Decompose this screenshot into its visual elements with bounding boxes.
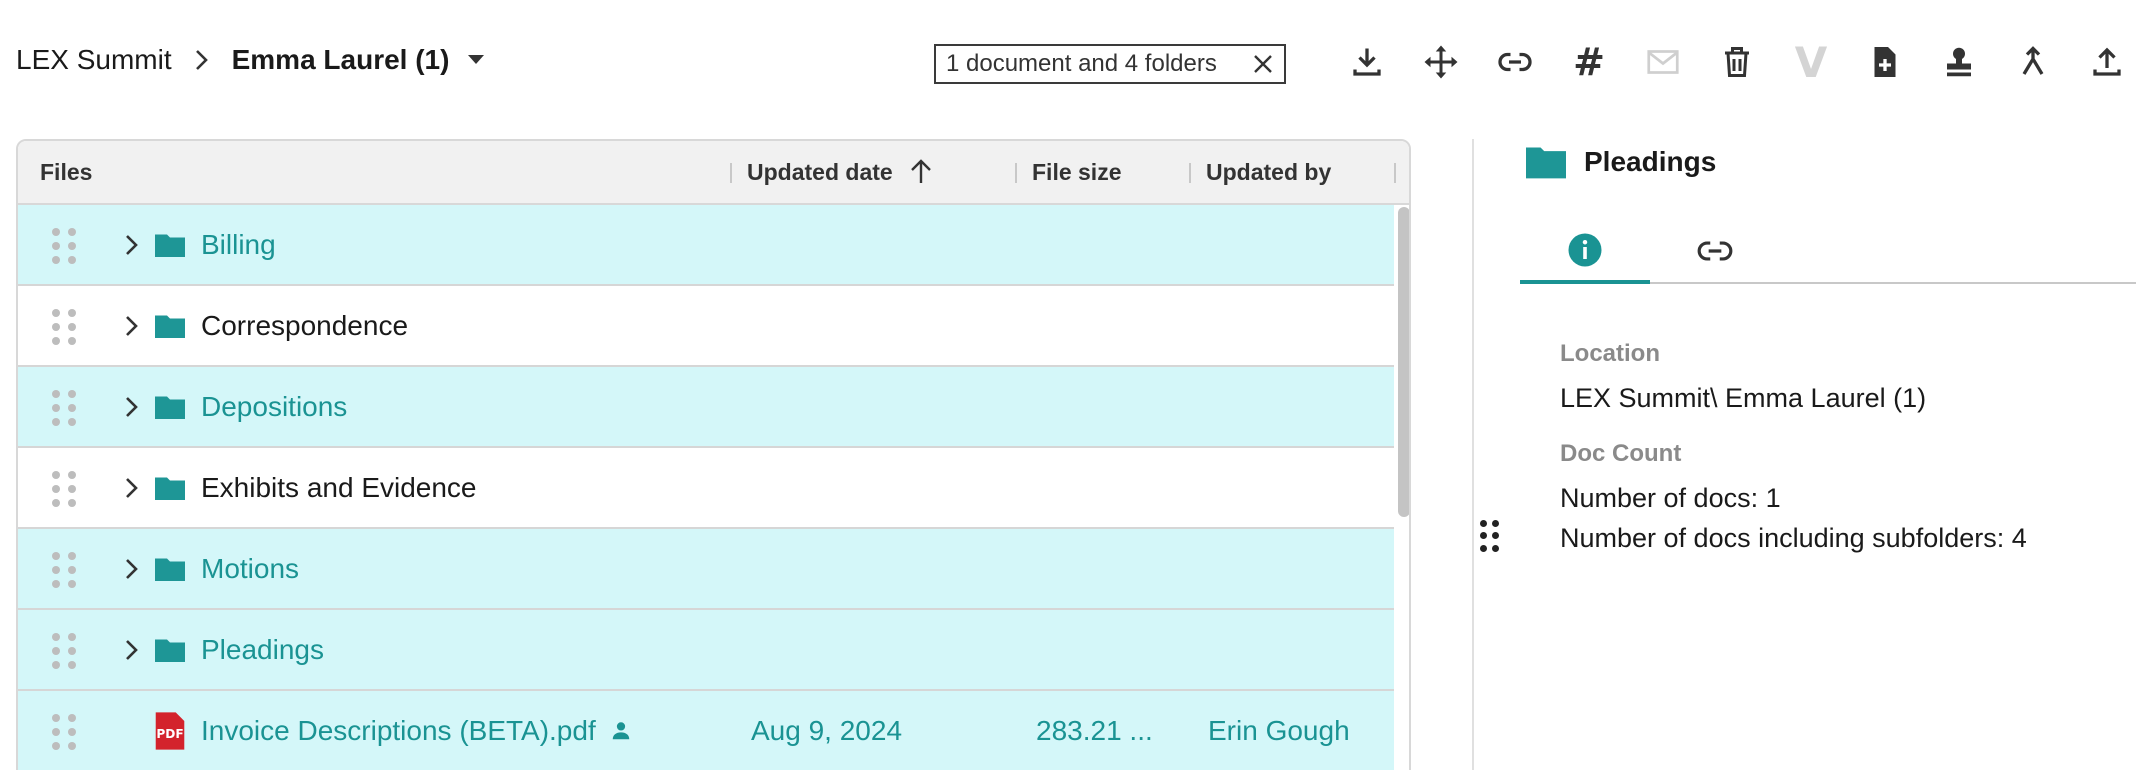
table-body: Billing Correspondence Depositions Exhib… — [18, 205, 1394, 770]
expand-chevron-icon[interactable] — [116, 229, 148, 261]
docs-count: Number of docs: 1 — [1560, 483, 1781, 513]
panel-title-text: Pleadings — [1584, 146, 1717, 177]
file-name[interactable]: Depositions — [201, 367, 347, 446]
pdf-badge-text: PDF — [156, 727, 183, 741]
files-table: Files Updated date File size Updated by … — [16, 139, 1411, 770]
drag-handle-icon[interactable] — [52, 552, 76, 588]
expand-chevron-icon[interactable] — [116, 391, 148, 423]
file-name[interactable]: Pleadings — [201, 610, 324, 689]
table-row[interactable]: Correspondence — [18, 286, 1394, 367]
folder-icon — [155, 477, 185, 500]
folder-icon — [155, 396, 185, 419]
hash-icon[interactable]: # — [1552, 38, 1626, 86]
folder-icon — [155, 558, 185, 581]
column-header-updated-date-label: Updated date — [747, 158, 893, 185]
tab-info[interactable] — [1520, 220, 1650, 284]
location-label: Location — [1560, 340, 1660, 367]
info-icon — [1568, 233, 1602, 267]
panel-title: Pleadings — [1524, 140, 1716, 184]
docs-including-subfolders: Number of docs including subfolders: 4 — [1560, 523, 2027, 553]
updated-date-cell: Aug 9, 2024 — [751, 714, 903, 746]
close-icon[interactable] — [1252, 53, 1274, 75]
caret-down-icon[interactable] — [467, 54, 485, 66]
folder-icon — [1526, 147, 1566, 179]
pdf-file-icon: PDF — [155, 712, 185, 750]
file-name[interactable]: Exhibits and Evidence — [201, 448, 477, 527]
drag-handle-icon[interactable] — [52, 390, 76, 426]
link-icon[interactable] — [1478, 38, 1552, 86]
updated-by-cell: Erin Gough — [1208, 714, 1350, 746]
upload-icon[interactable] — [2070, 38, 2144, 86]
column-header-file-size[interactable]: File size — [1032, 141, 1121, 203]
download-icon[interactable] — [1330, 38, 1404, 86]
tab-links[interactable] — [1650, 220, 1780, 282]
table-row[interactable]: Pleadings — [18, 610, 1394, 691]
panel-divider — [1472, 139, 1474, 770]
file-name[interactable]: Correspondence — [201, 286, 408, 365]
drag-handle-icon[interactable] — [52, 309, 76, 345]
drag-handle-icon[interactable] — [52, 471, 76, 507]
breadcrumb-current: Emma Laurel (1) — [231, 44, 450, 75]
expand-chevron-icon[interactable] — [116, 310, 148, 342]
selection-label: 1 document and 4 folders — [946, 50, 1217, 77]
chevron-right-icon — [194, 48, 210, 72]
stamp-icon[interactable] — [1922, 38, 1996, 86]
file-name[interactable]: Billing — [201, 205, 276, 284]
move-icon[interactable] — [1404, 38, 1478, 86]
mail-icon[interactable] — [1626, 38, 1700, 86]
toolbar: # V — [1330, 38, 2144, 87]
table-row[interactable]: Exhibits and Evidence — [18, 448, 1394, 529]
person-icon — [610, 720, 632, 742]
drag-handle-icon[interactable] — [52, 714, 76, 750]
column-header-updated-date[interactable]: Updated date — [747, 141, 933, 203]
panel-tabs — [1520, 220, 2136, 284]
trash-icon[interactable] — [1700, 38, 1774, 86]
resize-handle-icon[interactable] — [1480, 520, 1500, 552]
folder-icon — [155, 315, 185, 338]
expand-chevron-icon[interactable] — [116, 553, 148, 585]
table-row[interactable]: PDF Invoice Descriptions (BETA).pdf Aug … — [18, 691, 1394, 770]
vertical-scrollbar[interactable] — [1398, 207, 1409, 517]
selection-chip: 1 document and 4 folders — [934, 44, 1286, 84]
arrow-up-icon — [909, 159, 933, 185]
file-size-cell: 283.21 ... — [1036, 714, 1153, 746]
location-value: LEX Summit\ Emma Laurel (1) — [1560, 383, 1927, 413]
drag-handle-icon[interactable] — [52, 633, 76, 669]
file-name[interactable]: Motions — [201, 529, 299, 608]
doc-count-label: Doc Count — [1560, 440, 1682, 467]
column-header-updated-by[interactable]: Updated by — [1206, 141, 1331, 203]
expand-chevron-icon[interactable] — [116, 634, 148, 666]
new-document-icon[interactable] — [1848, 38, 1922, 86]
breadcrumb-root[interactable]: LEX Summit — [16, 44, 172, 76]
folder-icon — [155, 234, 185, 257]
file-name[interactable]: Invoice Descriptions (BETA).pdf — [201, 691, 632, 770]
file-name-label: Invoice Descriptions (BETA).pdf — [201, 714, 596, 746]
table-row[interactable]: Billing — [18, 205, 1394, 286]
folder-icon — [155, 639, 185, 662]
table-header: Files Updated date File size Updated by — [18, 141, 1409, 205]
column-header-files[interactable]: Files — [40, 141, 92, 203]
breadcrumb: LEX Summit Emma Laurel (1) — [16, 40, 485, 80]
panel-details: Location LEX Summit\ Emma Laurel (1) Doc… — [1560, 340, 2027, 580]
expand-chevron-icon[interactable] — [116, 472, 148, 504]
drag-handle-icon[interactable] — [52, 228, 76, 264]
table-row[interactable]: Motions — [18, 529, 1394, 610]
v-icon[interactable]: V — [1774, 38, 1848, 87]
merge-icon[interactable] — [1996, 38, 2070, 86]
table-row[interactable]: Depositions — [18, 367, 1394, 448]
link-icon — [1697, 241, 1733, 261]
